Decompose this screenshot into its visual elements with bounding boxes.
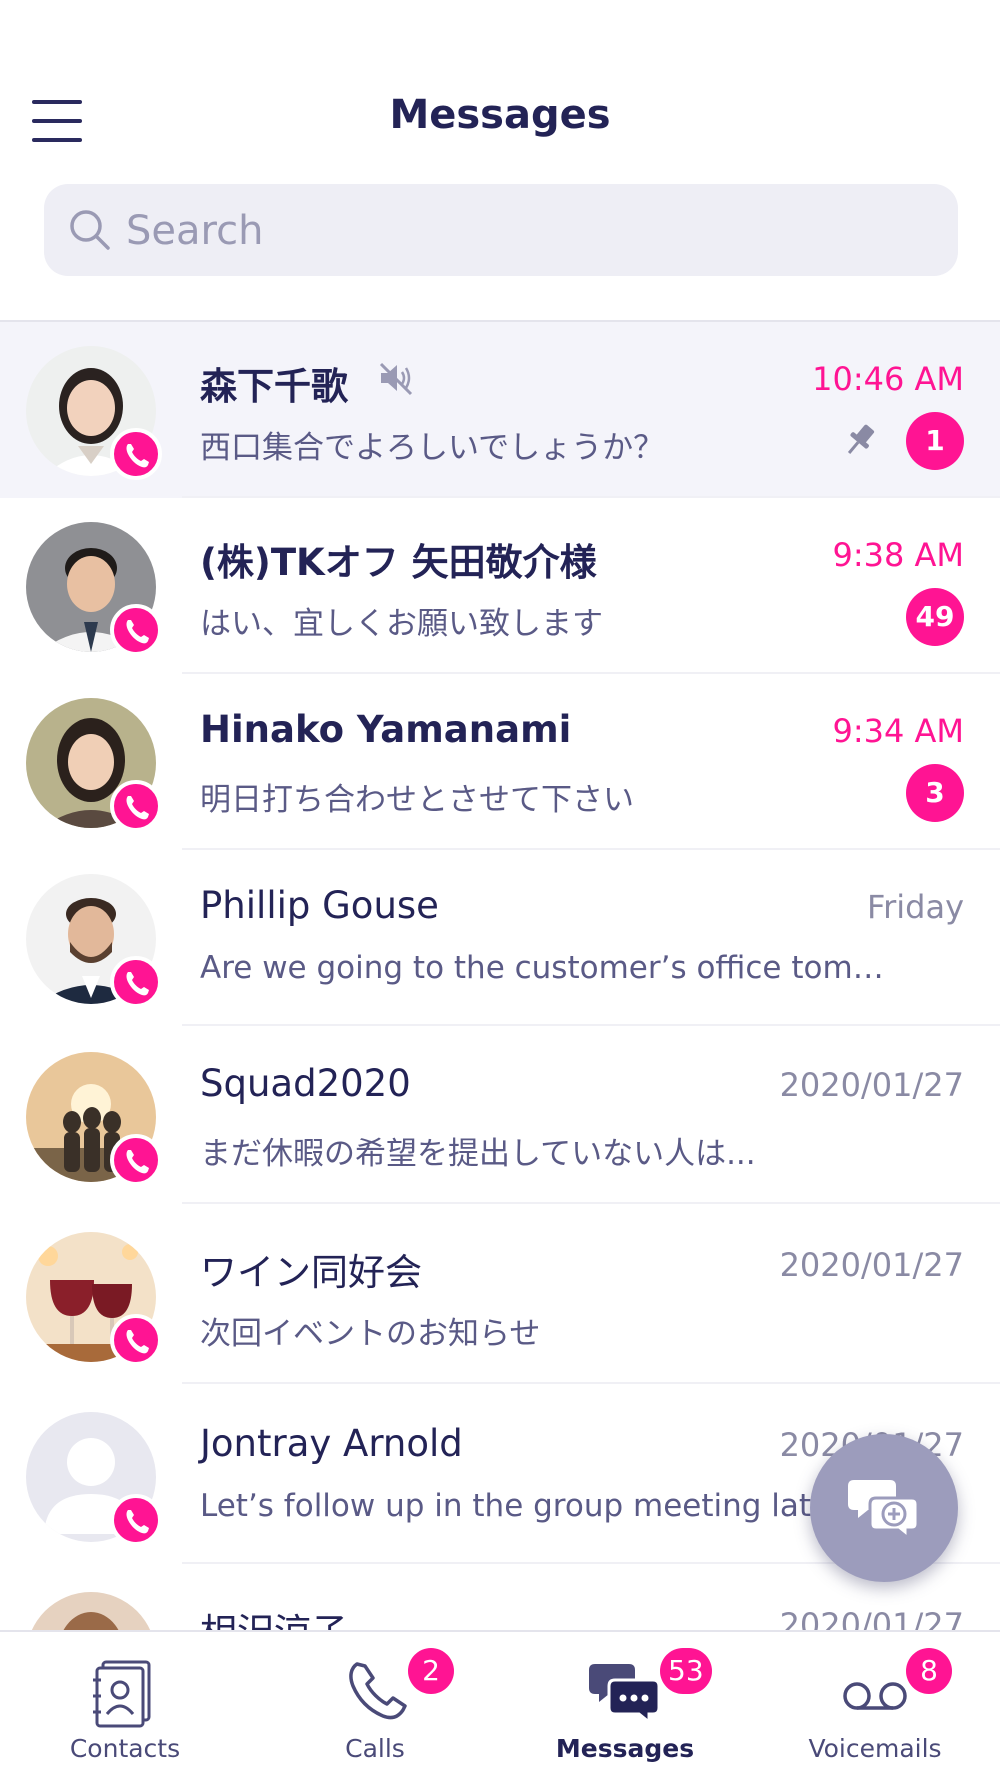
voicemail-icon <box>843 1682 907 1710</box>
calls-count-badge: 2 <box>408 1648 454 1694</box>
call-status-badge <box>110 1314 162 1366</box>
chat-bubbles-icon <box>589 1664 661 1726</box>
new-message-button[interactable] <box>810 1434 958 1582</box>
row-divider <box>182 1202 1000 1204</box>
message-preview: はい、宜しくお願い致します <box>200 606 603 642</box>
contact-name: Phillip Gouse <box>200 884 439 927</box>
pin-icon <box>847 424 875 454</box>
phone-icon <box>126 1510 149 1534</box>
conversation-row[interactable]: (株)TKオフ 矢田敬介様 9:38 AM はい、宜しくお願い致します 49 <box>0 498 1000 674</box>
message-time: 2020/01/27 <box>779 1066 964 1104</box>
message-time: 9:34 AM <box>832 712 964 750</box>
tab-label: Calls <box>345 1734 405 1763</box>
contact-name: (株)TKオフ 矢田敬介様 <box>200 541 597 584</box>
contact-name: 相沢涼子 <box>200 1602 348 1630</box>
conversation-list[interactable]: 森下千歌 10:46 AM 西口集合でよろしいでしょうか？ 1 (株)TKオフ … <box>0 322 1000 1630</box>
contact-name: ワイン同好会 <box>200 1251 422 1294</box>
tab-label: Contacts <box>69 1734 181 1763</box>
contact-name: Jontray Arnold <box>200 1422 463 1465</box>
avatar <box>26 1232 162 1366</box>
phone-icon <box>349 1662 407 1720</box>
phone-icon <box>126 972 149 996</box>
bottom-navigation: Contacts 2 Calls 53 Messages 8 Voicemail… <box>0 1630 1000 1778</box>
conversation-row[interactable]: Hinako Yamanami 9:34 AM 明日打ち合わせとさせて下さい 3 <box>0 674 1000 850</box>
call-status-badge <box>110 604 162 656</box>
search-icon <box>70 210 110 250</box>
tab-messages[interactable]: 53 Messages <box>500 1632 750 1778</box>
tab-voicemails[interactable]: 8 Voicemails <box>750 1632 1000 1778</box>
menu-bar <box>32 138 82 142</box>
page-title: Messages <box>389 92 611 138</box>
search-input[interactable] <box>124 194 928 268</box>
new-chat-icon <box>848 1480 920 1542</box>
woman-portrait-icon <box>26 1592 156 1630</box>
message-time: 2020/01/27 <box>779 1606 964 1630</box>
avatar <box>26 698 162 832</box>
message-preview: Let’s follow up in the group meeting lat… <box>200 1488 831 1524</box>
message-preview: 明日打ち合わせとさせて下さい <box>200 782 634 818</box>
call-status-badge <box>110 780 162 832</box>
messages-screen: Messages Search 森下千歌 10:46 AM 西口集合でよろしいで… <box>0 0 1000 1778</box>
call-status-badge <box>110 1494 162 1546</box>
unread-count-badge: 49 <box>906 588 964 646</box>
tab-label: Messages <box>555 1734 695 1763</box>
row-divider <box>182 1024 1000 1026</box>
message-time: 10:46 AM <box>812 360 964 398</box>
message-preview: まだ休暇の希望を提出していない人は... <box>200 1136 756 1172</box>
conversation-row[interactable]: Phillip Gouse Friday Are we going to the… <box>0 850 1000 1026</box>
conversation-row[interactable]: ワイン同好会 2020/01/27 次回イベントのお知らせ <box>0 1208 1000 1384</box>
row-divider <box>182 1382 1000 1384</box>
conversation-row[interactable]: Squad2020 2020/01/27 まだ休暇の希望を提出していない人は..… <box>0 1028 1000 1204</box>
avatar <box>26 1052 162 1186</box>
conversation-row[interactable]: 相沢涼子 2020/01/27 <box>0 1568 1000 1630</box>
conversation-row[interactable]: 森下千歌 10:46 AM 西口集合でよろしいでしょうか？ 1 <box>0 322 1000 498</box>
contact-name: Hinako Yamanami <box>200 708 572 751</box>
unread-count-badge: 1 <box>906 412 964 470</box>
contacts-icon <box>93 1660 151 1728</box>
phone-icon <box>126 1330 149 1354</box>
avatar <box>26 1592 156 1630</box>
tab-label: Voicemails <box>808 1734 942 1763</box>
call-status-badge <box>110 956 162 1008</box>
message-time: 9:38 AM <box>832 536 964 574</box>
contact-name: 森下千歌 <box>200 365 348 408</box>
search-bar[interactable] <box>44 184 958 276</box>
message-time: Friday <box>867 888 964 926</box>
avatar <box>26 874 162 1008</box>
avatar <box>26 1412 162 1546</box>
avatar <box>26 346 162 480</box>
call-status-badge <box>110 1134 162 1186</box>
message-time: 2020/01/27 <box>779 1246 964 1284</box>
avatar <box>26 522 162 656</box>
message-preview: Are we going to the customer’s office to… <box>200 950 900 986</box>
tab-contacts[interactable]: Contacts <box>0 1632 250 1778</box>
tab-calls[interactable]: 2 Calls <box>250 1632 500 1778</box>
message-preview: 西口集合でよろしいでしょうか？ <box>200 430 665 466</box>
message-preview: 次回イベントのお知らせ <box>200 1316 541 1352</box>
call-status-badge <box>110 428 162 480</box>
contact-name: Squad2020 <box>200 1062 411 1105</box>
phone-icon <box>126 620 149 644</box>
mute-icon <box>379 362 413 396</box>
phone-icon <box>126 796 149 820</box>
phone-icon <box>126 1150 149 1174</box>
unread-count-badge: 3 <box>906 764 964 822</box>
messages-count-badge: 53 <box>660 1648 712 1694</box>
phone-icon <box>126 444 149 468</box>
voicemails-count-badge: 8 <box>906 1648 952 1694</box>
